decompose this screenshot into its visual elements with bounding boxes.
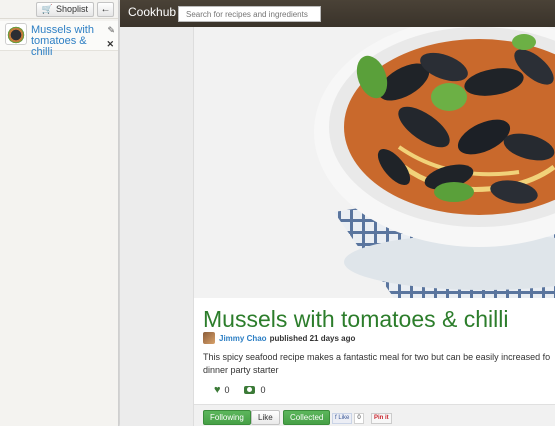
search-input[interactable] xyxy=(178,6,321,22)
facebook-like-button[interactable]: f Like xyxy=(332,413,353,424)
sidebar: 🛒 Shoplist ← Mussels with tomatoes & chi… xyxy=(0,0,119,426)
cart-icon: 🛒 xyxy=(41,3,53,14)
heart-icon: ♥ xyxy=(214,384,221,396)
top-bar: Cookhub xyxy=(120,0,555,27)
likes-count: 0 xyxy=(224,385,230,395)
author-avatar[interactable] xyxy=(203,332,215,344)
actions-bar: Following Like Collected f Like 0 Pin it xyxy=(194,404,555,426)
sidebar-recipe-item[interactable]: Mussels with tomatoes & chilli ✎ ✕ xyxy=(0,21,118,58)
likes-stat: ♥ 0 xyxy=(214,384,230,396)
recipe-stats: ♥ 0 0 xyxy=(214,384,280,396)
following-button[interactable]: Following xyxy=(203,410,251,425)
published-text: published 21 days ago xyxy=(269,333,356,343)
collected-button[interactable]: Collected xyxy=(283,410,331,425)
main-area: Mussels with tomatoes & chilli Jimmy Cha… xyxy=(120,27,555,426)
recipe-thumbnail xyxy=(5,23,27,45)
close-icon[interactable]: ✕ xyxy=(106,39,114,50)
recipe-hero-image xyxy=(194,27,555,298)
pinit-button[interactable]: Pin it xyxy=(371,413,392,424)
brand-logo[interactable]: Cookhub xyxy=(128,5,176,19)
facebook-like-count: 0 xyxy=(354,413,364,424)
like-button[interactable]: Like xyxy=(251,410,280,425)
recipe-byline: Jimmy Chao published 21 days ago xyxy=(203,332,355,344)
shoplist-label: Shoplist xyxy=(55,4,88,14)
collapse-sidebar-button[interactable]: ← xyxy=(97,1,114,17)
recipe-title: Mussels with tomatoes & chilli xyxy=(203,306,509,332)
mussels-photo xyxy=(194,27,555,298)
photos-count: 0 xyxy=(260,385,266,395)
photos-stat: 0 xyxy=(243,385,266,395)
edit-icon[interactable]: ✎ xyxy=(107,25,115,36)
arrow-left-icon: ← xyxy=(100,3,111,15)
sidebar-toolbar: 🛒 Shoplist ← xyxy=(0,0,118,19)
sidebar-recipe-title[interactable]: Mussels with tomatoes & chilli xyxy=(31,25,103,58)
shoplist-button[interactable]: 🛒 Shoplist xyxy=(35,1,94,17)
facebook-like-widget[interactable]: f Like 0 xyxy=(332,413,364,424)
recipe-description: This spicy seafood recipe makes a fantas… xyxy=(203,352,551,375)
recipe-card: Mussels with tomatoes & chilli Jimmy Cha… xyxy=(193,27,555,426)
camera-icon xyxy=(243,386,255,394)
author-link[interactable]: Jimmy Chao xyxy=(219,334,267,343)
